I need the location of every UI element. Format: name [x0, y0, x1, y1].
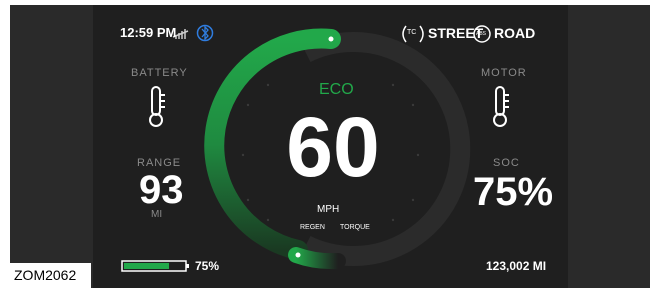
motor-label: MOTOR	[481, 67, 527, 79]
clock: 12:59 PM	[120, 25, 177, 40]
regen-torque-knob	[295, 252, 301, 258]
right-bezel	[568, 5, 650, 288]
regen-torque-bar	[288, 247, 346, 270]
bluetooth-icon	[196, 24, 214, 42]
speed-value: 60	[286, 100, 380, 194]
odometer: 123,002 MI	[486, 259, 547, 273]
left-bezel	[10, 5, 93, 288]
drive-mode: ECO	[319, 81, 354, 98]
thermometer-icon	[493, 86, 509, 127]
speed-gauge-knob	[328, 36, 334, 42]
road-mode: ROAD	[494, 25, 536, 41]
street-mode: STREET	[428, 25, 484, 41]
dashboard-screen: 12:59 PM TC STREET ABS ROAD BATTERY RANG…	[93, 5, 568, 288]
range-unit: MI	[151, 209, 163, 220]
thermometer-icon	[149, 86, 165, 127]
range-value: 93	[139, 168, 184, 212]
battery-bar	[121, 260, 189, 272]
speed-unit: MPH	[317, 204, 340, 215]
soc-label: SOC	[493, 157, 520, 169]
soc-value: 75%	[473, 170, 554, 214]
abs-badge-label: ABS	[476, 31, 487, 37]
battery-percent: 75%	[195, 259, 220, 273]
torque-label: TORQUE	[340, 224, 370, 231]
battery-label: BATTERY	[131, 67, 188, 79]
regen-label: REGEN	[300, 224, 325, 231]
tc-badge-label: TC	[407, 29, 417, 36]
figure-reference: ZOM2062	[10, 263, 91, 288]
